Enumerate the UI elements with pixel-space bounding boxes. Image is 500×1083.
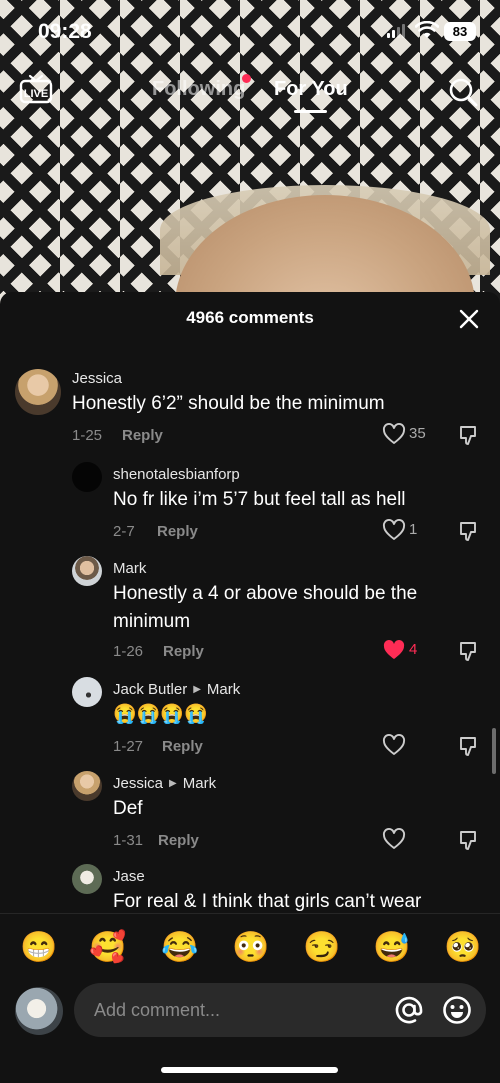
comment-text: No fr like i’m 5’7 but feel tall as hell	[113, 489, 406, 510]
tab-following[interactable]: Following	[152, 74, 252, 101]
comment-author[interactable]: Jack Butler	[113, 681, 187, 698]
heart-outline-icon	[382, 734, 406, 755]
comment-item: Jack Butler ▶ Mark 😭😭😭😭 1-27 Reply	[0, 677, 500, 763]
thumbs-down-icon[interactable]	[458, 640, 480, 662]
avatar[interactable]	[72, 556, 102, 586]
emoji-sweat-smile[interactable]: 😅	[373, 930, 410, 966]
like-count: 4	[409, 641, 418, 658]
comment-item: shenotalesbianforp No fr like i’m 5’7 bu…	[0, 462, 500, 548]
comment-date: 1-31	[113, 832, 144, 849]
active-tab-underline	[294, 110, 327, 113]
emoji-grin[interactable]: 😁	[20, 930, 57, 966]
comment-item: Jessica Honestly 6’2” should be the mini…	[0, 366, 500, 452]
like-button[interactable]: 35	[382, 423, 432, 447]
reply-button[interactable]: Reply	[122, 427, 163, 444]
avatar[interactable]	[15, 369, 61, 415]
reply-to-author[interactable]: Mark	[207, 681, 240, 698]
comment-date: 1-27	[113, 738, 144, 755]
reply-button[interactable]: Reply	[163, 643, 204, 660]
reply-button[interactable]: Reply	[157, 523, 198, 540]
mention-at-icon[interactable]	[394, 995, 424, 1025]
avatar[interactable]	[72, 771, 102, 801]
comment-author-line: Jessica ▶ Mark	[113, 775, 216, 792]
tab-for-you-label: For You	[274, 78, 348, 100]
reply-to-author[interactable]: Mark	[183, 775, 216, 792]
comments-count-title: 4966 comments	[186, 308, 314, 327]
heart-filled-icon	[383, 639, 405, 659]
like-count: 1	[409, 521, 418, 538]
comment-date: 1-25	[72, 427, 103, 444]
close-icon[interactable]	[458, 308, 480, 330]
battery-indicator: 83	[444, 22, 476, 41]
comment-text: For real & I think that girls can’t wear	[113, 891, 422, 912]
like-button[interactable]	[382, 734, 432, 758]
comment-author[interactable]: shenotalesbianforp	[113, 466, 240, 483]
top-navigation: LIVE Following For You	[0, 70, 500, 113]
comment-author[interactable]: Mark	[113, 560, 146, 577]
tab-following-label: Following	[152, 78, 246, 100]
emoji-picker-icon[interactable]	[442, 995, 472, 1025]
like-count: 35	[409, 425, 426, 442]
emoji-quick-bar: 😁 🥰 😂 😳 😏 😅 🥺	[0, 913, 500, 983]
reply-button[interactable]: Reply	[162, 738, 203, 755]
live-label: LIVE	[24, 88, 48, 100]
comment-item: Jase For real & I think that girls can’t…	[0, 864, 500, 914]
heart-outline-icon	[382, 423, 406, 444]
status-time: 09:28	[38, 20, 92, 43]
comment-date: 2-7	[113, 523, 135, 540]
like-button[interactable]: 4	[382, 639, 432, 663]
comment-text: 😭😭😭😭	[113, 704, 208, 725]
wifi-icon	[415, 21, 439, 38]
comment-author-line: Jack Butler ▶ Mark	[113, 681, 240, 698]
comment-item: Jessica ▶ Mark Def 1-31 Reply	[0, 771, 500, 857]
emoji-flushed[interactable]: 😳	[232, 930, 269, 966]
avatar[interactable]	[72, 864, 102, 894]
current-user-avatar[interactable]	[15, 987, 63, 1035]
status-bar: 09:28 83	[0, 0, 500, 60]
emoji-smirk[interactable]: 😏	[303, 930, 340, 966]
avatar[interactable]	[72, 462, 102, 492]
thumbs-down-icon[interactable]	[458, 735, 480, 757]
comment-input[interactable]: Add comment...	[74, 983, 486, 1037]
scrollbar[interactable]	[492, 728, 496, 774]
live-tv-icon[interactable]: LIVE	[19, 74, 53, 104]
reply-button[interactable]: Reply	[158, 832, 199, 849]
thumbs-down-icon[interactable]	[458, 829, 480, 851]
comment-text: Honestly a 4 or above should be the mini…	[113, 583, 418, 632]
comment-text: Honestly 6’2” should be the minimum	[72, 393, 385, 414]
emoji-hearts[interactable]: 🥰	[89, 930, 126, 966]
heart-outline-icon	[382, 828, 406, 849]
comment-author[interactable]: Jessica	[72, 370, 122, 387]
cellular-signal-icon	[387, 24, 405, 38]
comment-date: 1-26	[113, 643, 144, 660]
emoji-pleading[interactable]: 🥺	[444, 930, 481, 966]
comment-text: Def	[113, 798, 143, 819]
like-button[interactable]: 1	[382, 519, 432, 543]
thumbs-down-icon[interactable]	[458, 520, 480, 542]
reply-arrow-icon: ▶	[193, 684, 201, 695]
heart-outline-icon	[382, 519, 406, 540]
thumbs-down-icon[interactable]	[458, 424, 480, 446]
comment-input-placeholder: Add comment...	[94, 1000, 221, 1020]
comment-item: Mark Honestly a 4 or above should be the…	[0, 556, 500, 668]
search-icon[interactable]	[447, 76, 479, 108]
reply-arrow-icon: ▶	[169, 778, 177, 789]
comment-author[interactable]: Jase	[113, 868, 145, 885]
avatar[interactable]	[72, 677, 102, 707]
emoji-joy[interactable]: 😂	[161, 930, 198, 966]
notification-dot	[242, 74, 252, 83]
home-indicator[interactable]	[161, 1067, 338, 1073]
comment-author[interactable]: Jessica	[113, 775, 163, 792]
tab-for-you[interactable]: For You	[274, 78, 348, 113]
like-button[interactable]	[382, 828, 432, 852]
